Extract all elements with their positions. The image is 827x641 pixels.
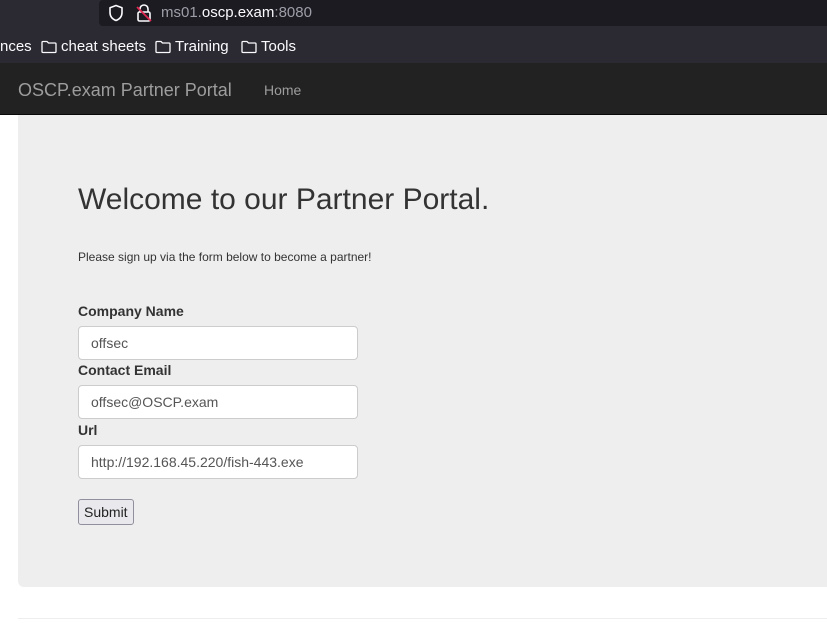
intro-text: Please sign up via the form below to bec… xyxy=(78,250,372,264)
company-name-input[interactable] xyxy=(78,326,358,360)
url-label: Url xyxy=(78,422,98,438)
bookmark-label: cheat sheets xyxy=(61,38,147,55)
url-port: :8080 xyxy=(274,4,312,21)
bookmark-folder-training[interactable]: Training xyxy=(155,38,229,56)
footer-divider xyxy=(18,618,827,619)
folder-icon xyxy=(155,40,171,54)
page-title: Welcome to our Partner Portal. xyxy=(78,183,490,216)
url-input[interactable] xyxy=(78,445,358,479)
bookmark-item-references[interactable]: nces xyxy=(0,38,32,56)
url-prefix: ms01. xyxy=(161,4,202,21)
contact-email-input[interactable] xyxy=(78,385,358,419)
navbar-brand[interactable]: OSCP.exam Partner Portal xyxy=(18,79,232,101)
submit-button[interactable]: Submit xyxy=(78,499,134,525)
browser-toolbar: ms01.oscp.exam:8080 xyxy=(0,0,827,28)
url-text[interactable]: ms01.oscp.exam:8080 xyxy=(161,4,312,22)
bookmark-label: Training xyxy=(175,38,229,55)
navbar: OSCP.exam Partner Portal Home xyxy=(0,63,827,115)
company-name-label: Company Name xyxy=(78,303,184,319)
shield-icon[interactable] xyxy=(107,4,125,22)
url-host: oscp.exam xyxy=(201,4,275,21)
folder-icon xyxy=(41,40,57,54)
nav-link-home[interactable]: Home xyxy=(264,81,301,99)
bookmark-label: Tools xyxy=(261,38,297,55)
lock-insecure-icon[interactable] xyxy=(135,3,153,23)
jumbotron: Welcome to our Partner Portal. Please si… xyxy=(18,115,827,587)
bookmarks-bar: nces cheat sheets Training Tools xyxy=(0,28,827,63)
bookmark-label: nces xyxy=(0,38,32,55)
bookmark-folder-tools[interactable]: Tools xyxy=(241,38,296,56)
address-bar[interactable]: ms01.oscp.exam:8080 xyxy=(99,0,827,26)
contact-email-label: Contact Email xyxy=(78,362,172,378)
bookmark-folder-cheat-sheets[interactable]: cheat sheets xyxy=(41,38,146,56)
folder-icon xyxy=(241,40,257,54)
